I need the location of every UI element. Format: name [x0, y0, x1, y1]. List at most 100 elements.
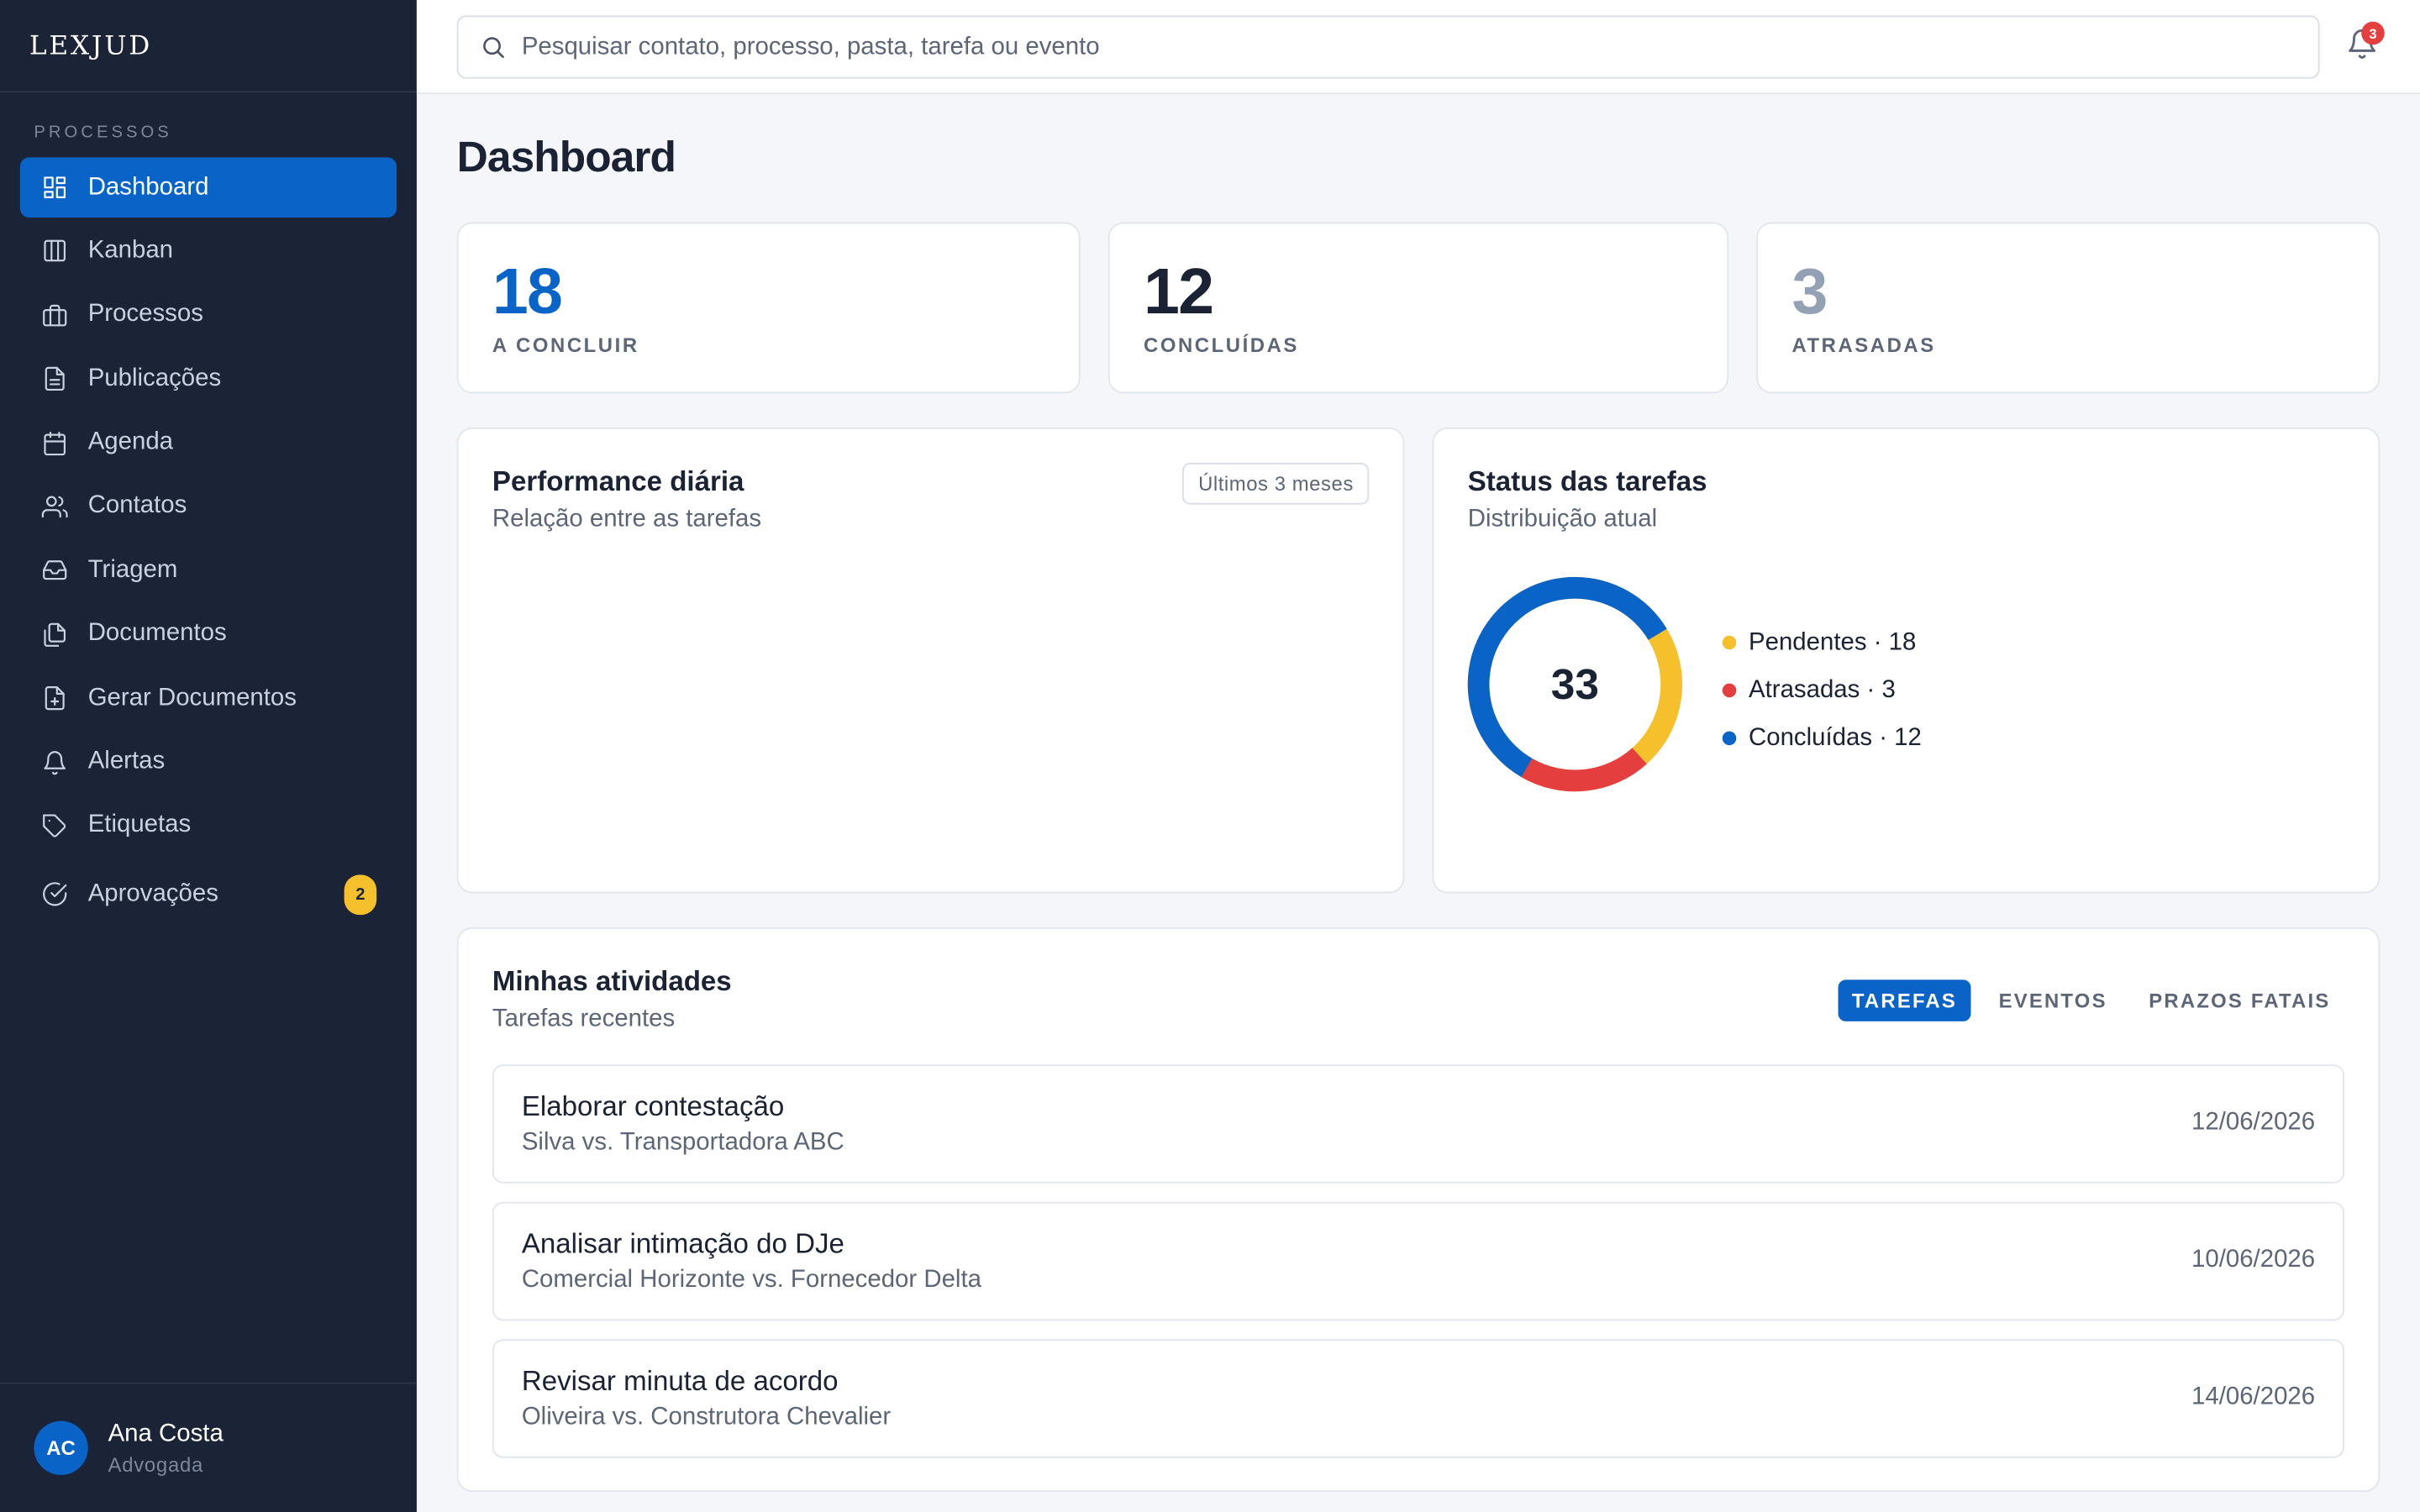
activity-date: 14/06/2026 [2191, 1383, 2316, 1410]
sidebar-item-label: Kanban [87, 237, 174, 264]
activities-card: Minhas atividades Tarefas recentes TAREF… [456, 927, 2381, 1493]
kanban-icon [40, 238, 68, 265]
tag-icon [40, 812, 68, 840]
user-profile[interactable]: AC Ana Costa Advogada [0, 1382, 417, 1512]
sidebar-item-agenda[interactable]: Agenda [20, 412, 397, 473]
sidebar-item-label: Dashboard [87, 173, 209, 200]
stat-card-concluidas[interactable]: 12 CONCLUÍDAS [1107, 222, 1729, 394]
notifications-button[interactable]: 3 [2346, 21, 2385, 65]
app-logo[interactable]: LEXJUD [0, 0, 417, 93]
user-name: Ana Costa [108, 1420, 224, 1446]
sidebar-item-processos[interactable]: Processos [20, 285, 397, 345]
stat-value: 3 [1791, 255, 1828, 328]
sidebar-item-gerar-documentos[interactable]: Gerar Documentos [20, 669, 397, 729]
activity-case: Oliveira vs. Construtora Chevalier [521, 1404, 892, 1431]
stat-card-a-concluir[interactable]: 18 A CONCLUIR [456, 222, 1081, 394]
avatar: AC [34, 1420, 88, 1475]
sidebar-item-label: Alertas [87, 748, 166, 775]
user-role: Advogada [108, 1452, 204, 1476]
activities-subtitle: Tarefas recentes [492, 1005, 676, 1032]
check-circle-icon [40, 880, 68, 908]
range-select[interactable]: Últimos 3 meses [1182, 463, 1370, 505]
sidebar-item-label: Documentos [87, 620, 227, 648]
legend-label: Atrasadas · 3 [1749, 676, 1896, 703]
legend-label: Pendentes · 18 [1749, 628, 1917, 655]
sidebar-item-label: Processos [87, 301, 203, 328]
legend-item-atrasadas: Atrasadas · 3 [1722, 666, 1922, 714]
activity-item[interactable]: Analisar intimação do DJe Comercial Hori… [492, 1201, 2344, 1321]
calendar-icon [40, 429, 68, 457]
tab-eventos[interactable]: EVENTOS [1985, 979, 2121, 1021]
briefcase-icon [40, 302, 68, 329]
stat-label: A CONCLUIR [492, 333, 639, 357]
sidebar-item-aprovacoes[interactable]: Aprovações 2 [20, 860, 397, 930]
sidebar-item-label: Triagem [87, 556, 178, 583]
activity-date: 10/06/2026 [2191, 1247, 2316, 1273]
sidebar-item-publicacoes[interactable]: Publicações [20, 349, 397, 409]
sidebar-item-etiquetas[interactable]: Etiquetas [20, 796, 397, 857]
approvals-count-badge: 2 [344, 874, 377, 915]
activity-case: Silva vs. Transportadora ABC [521, 1129, 844, 1156]
activity-date: 12/06/2026 [2191, 1109, 2316, 1136]
stat-label: CONCLUÍDAS [1144, 333, 1299, 357]
status-legend: Pendentes · 18 Atrasadas · 3 Concluídas … [1722, 619, 1922, 763]
sidebar-item-documentos[interactable]: Documentos [20, 605, 397, 665]
sidebar-item-label: Etiquetas [87, 811, 192, 839]
activities-title: Minhas atividades [492, 965, 732, 997]
search-icon [480, 34, 506, 60]
search-input[interactable]: Pesquisar contato, processo, pasta, tare… [456, 15, 2320, 79]
tab-prazos-fatais[interactable]: PRAZOS FATAIS [2135, 979, 2344, 1021]
status-subtitle: Distribuição atual [1467, 506, 1658, 533]
sidebar-item-label: Contatos [87, 492, 187, 519]
sidebar-item-triagem[interactable]: Triagem [20, 540, 397, 601]
sidebar-item-label: Gerar Documentos [87, 684, 297, 711]
performance-title: Performance diária [492, 465, 744, 497]
notification-count-badge: 3 [2361, 21, 2385, 45]
stat-label: ATRASADAS [1791, 333, 1936, 357]
stat-card-atrasadas[interactable]: 3 ATRASADAS [1756, 222, 2381, 394]
page-title: Dashboard [456, 132, 676, 181]
sidebar-item-label: Aprovações [87, 880, 218, 907]
stat-value: 12 [1144, 255, 1214, 328]
bell-icon [40, 748, 68, 776]
donut-total: 33 [1550, 659, 1599, 708]
legend-item-pendentes: Pendentes · 18 [1722, 619, 1922, 667]
sidebar-section-label: PROCESSOS [34, 123, 172, 142]
sidebar-item-contatos[interactable]: Contatos [20, 476, 397, 537]
search-placeholder: Pesquisar contato, processo, pasta, tare… [521, 33, 1100, 60]
activity-title: Elaborar contestação [521, 1090, 785, 1122]
legend-dot [1722, 635, 1737, 650]
activity-item[interactable]: Elaborar contestação Silva vs. Transport… [492, 1064, 2344, 1184]
sidebar-item-label: Agenda [87, 428, 174, 455]
performance-card: Performance diária Relação entre as tare… [456, 427, 1405, 894]
activity-title: Analisar intimação do DJe [521, 1228, 844, 1259]
sidebar-item-dashboard[interactable]: Dashboard [19, 157, 397, 218]
sidebar-item-alertas[interactable]: Alertas [20, 732, 397, 793]
activity-title: Revisar minuta de acordo [521, 1365, 839, 1397]
legend-dot [1722, 683, 1737, 698]
activity-case: Comercial Horizonte vs. Fornecedor Delta [521, 1266, 981, 1294]
dashboard-icon [40, 174, 68, 202]
activity-item[interactable]: Revisar minuta de acordo Oliveira vs. Co… [492, 1339, 2344, 1458]
performance-subtitle: Relação entre as tarefas [492, 506, 762, 533]
legend-dot [1722, 731, 1737, 746]
file-plus-icon [40, 685, 68, 712]
users-icon [40, 493, 68, 521]
status-card: Status das tarefas Distribuição atual 33… [1432, 427, 2381, 894]
status-title: Status das tarefas [1467, 465, 1707, 497]
document-icon [40, 365, 68, 393]
activities-tabs: TAREFAS EVENTOS PRAZOS FATAIS [1824, 979, 2344, 1021]
files-icon [40, 621, 68, 648]
sidebar-nav: Dashboard Kanban Processos Publicações A… [0, 157, 417, 929]
sidebar-item-kanban[interactable]: Kanban [20, 221, 397, 281]
stat-value: 18 [492, 255, 563, 328]
tab-tarefas[interactable]: TAREFAS [1838, 979, 1971, 1021]
legend-label: Concluídas · 12 [1749, 724, 1922, 751]
inbox-icon [40, 557, 68, 585]
app-root: LEXJUD PROCESSOS Dashboard Kanban Proces… [0, 0, 2420, 1512]
topbar: Pesquisar contato, processo, pasta, tare… [416, 0, 2420, 95]
sidebar-item-label: Publicações [87, 365, 222, 391]
legend-item-concluidas: Concluídas · 12 [1722, 714, 1922, 762]
status-donut-chart: 33 [1466, 575, 1684, 793]
sidebar: LEXJUD PROCESSOS Dashboard Kanban Proces… [0, 0, 417, 1512]
